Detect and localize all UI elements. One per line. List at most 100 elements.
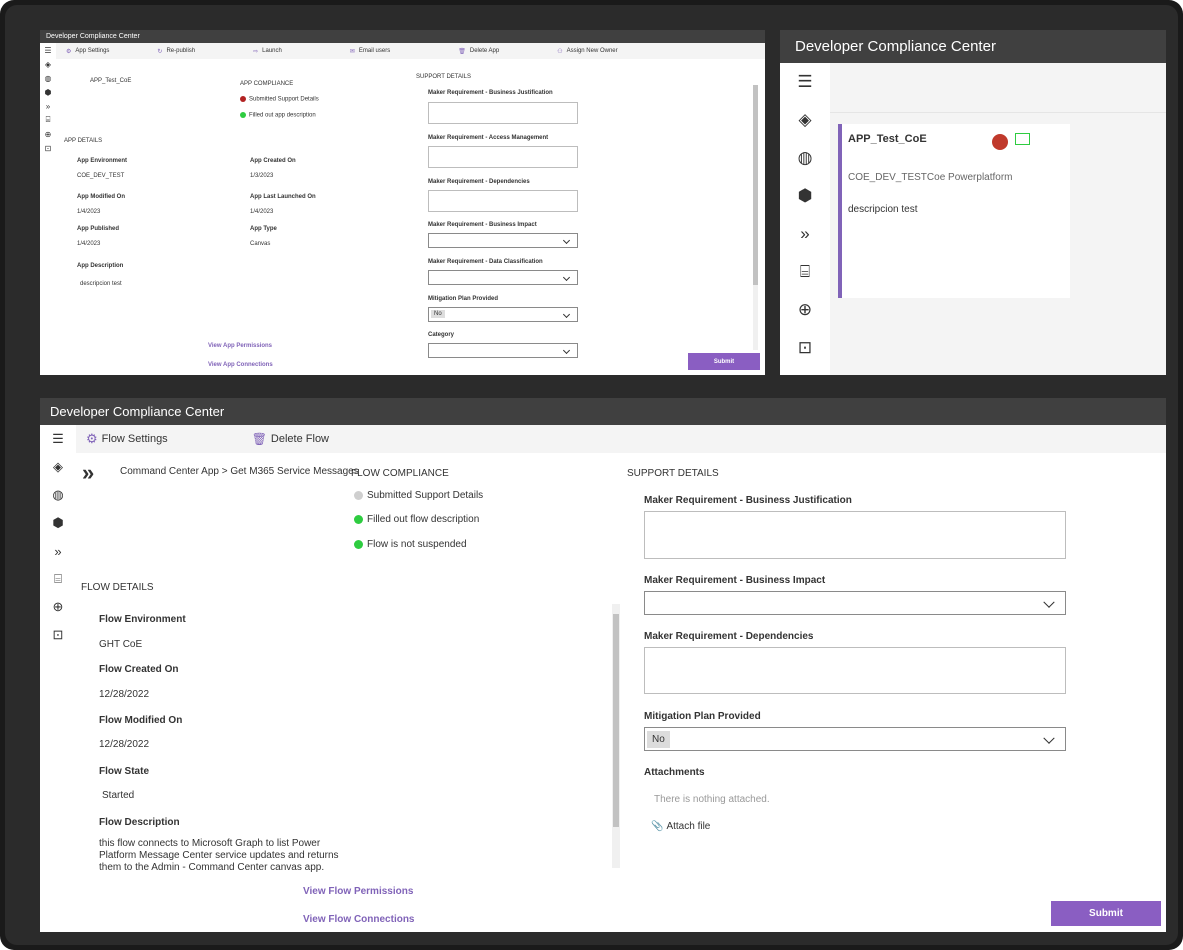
assign-owner-button[interactable]: ⚇ Assign New Owner bbox=[557, 48, 617, 55]
env-label: Flow Environment bbox=[99, 614, 186, 625]
status-dot-red bbox=[992, 134, 1008, 150]
chat-icon[interactable]: ⌸ bbox=[40, 113, 56, 127]
impact-label: Maker Requirement - Business Impact bbox=[428, 222, 537, 228]
impact-dropdown[interactable] bbox=[428, 233, 578, 248]
app-details-heading: APP DETAILS bbox=[64, 138, 103, 144]
monitor-icon[interactable]: ⊡ bbox=[40, 621, 76, 649]
diamond-icon[interactable]: ◈ bbox=[40, 57, 56, 71]
status-dot-green bbox=[354, 539, 363, 549]
app-toolbar: ⚙ App Settings ↻ Re-publish ⇨ Launch ✉ Email… bbox=[56, 43, 765, 59]
description-label: App Description bbox=[77, 263, 124, 269]
description-line: this flow connects to Microsoft Graph to… bbox=[99, 838, 321, 849]
access-textarea[interactable] bbox=[428, 146, 578, 168]
diamond-icon[interactable]: ◈ bbox=[40, 453, 76, 481]
env-value: COE_DEV_TEST bbox=[77, 173, 125, 179]
justification-label: Maker Requirement - Business Justificati… bbox=[644, 495, 852, 506]
status-dot-green bbox=[354, 514, 363, 524]
flow-toolbar: ⚙ Flow Settings 🗑 Delete Flow bbox=[76, 425, 1166, 453]
web-search-icon[interactable]: ⊕ bbox=[40, 593, 76, 621]
trash-icon: 🗑 bbox=[458, 48, 466, 55]
support-heading: SUPPORT DETAILS bbox=[416, 74, 472, 80]
impact-dropdown[interactable] bbox=[644, 591, 1066, 615]
chevron-down-icon bbox=[562, 236, 571, 244]
submit-button[interactable]: Submit bbox=[1051, 901, 1161, 926]
app-card[interactable]: APP_Test_CoE COE_DEV_TESTCoe Powerplatfo… bbox=[838, 124, 1070, 298]
mitigation-dropdown[interactable]: No bbox=[428, 307, 578, 322]
web-search-icon[interactable]: ⊕ bbox=[40, 127, 56, 141]
web-search-icon[interactable]: ⊕ bbox=[780, 291, 830, 329]
scrollbar-thumb[interactable] bbox=[753, 85, 758, 285]
published-label: App Published bbox=[77, 226, 119, 232]
launch-button[interactable]: ⇨ Launch bbox=[253, 48, 282, 55]
justification-textarea[interactable] bbox=[428, 102, 578, 124]
chevron-down-icon bbox=[1043, 732, 1055, 744]
chat-icon[interactable]: ⌸ bbox=[780, 253, 830, 291]
view-flow-connections-link[interactable]: View Flow Connections bbox=[303, 914, 415, 925]
support-scrollbar[interactable] bbox=[753, 85, 758, 350]
dependencies-textarea[interactable] bbox=[428, 190, 578, 212]
scrollbar-thumb[interactable] bbox=[613, 614, 619, 827]
mail-icon: ✉ bbox=[349, 48, 355, 55]
category-dropdown[interactable] bbox=[428, 343, 578, 358]
dependencies-textarea[interactable] bbox=[644, 647, 1066, 694]
state-value: Started bbox=[102, 790, 135, 801]
apps-icon[interactable]: ⬢ bbox=[40, 509, 76, 537]
flow-settings-button[interactable]: ⚙ Flow Settings bbox=[86, 431, 168, 447]
details-scrollbar[interactable] bbox=[612, 604, 620, 868]
launched-label: App Last Launched On bbox=[250, 194, 316, 200]
classification-dropdown[interactable] bbox=[428, 270, 578, 285]
flow-icon[interactable]: » bbox=[40, 99, 56, 113]
hamburger-icon[interactable]: ☰ bbox=[40, 425, 76, 453]
app-details-panel: Developer Compliance Center ☰ ◈ ◍ ⬢ » ⌸ … bbox=[40, 30, 765, 375]
refresh-icon: ↻ bbox=[157, 48, 163, 55]
chevron-down-icon bbox=[562, 273, 571, 281]
hamburger-icon[interactable]: ☰ bbox=[40, 43, 56, 57]
diamond-icon[interactable]: ◈ bbox=[780, 101, 830, 139]
submit-button[interactable]: Submit bbox=[688, 353, 760, 370]
view-app-permissions-link[interactable]: View App Permissions bbox=[208, 343, 272, 349]
justification-textarea[interactable] bbox=[644, 511, 1066, 559]
nav-rail: ☰ ◈ ◍ ⬢ » ⌸ ⊕ ⊡ bbox=[40, 425, 76, 932]
app-header: Developer Compliance Center bbox=[780, 30, 1166, 63]
flow-icon[interactable]: » bbox=[780, 215, 830, 253]
globe-icon[interactable]: ◍ bbox=[40, 481, 76, 509]
compliance-item: Submitted Support Details bbox=[354, 490, 483, 501]
apps-icon[interactable]: ⬢ bbox=[780, 177, 830, 215]
mitigation-label: Mitigation Plan Provided bbox=[644, 711, 761, 722]
app-name: APP_Test_CoE bbox=[90, 78, 132, 84]
access-label: Maker Requirement - Access Management bbox=[428, 135, 549, 141]
modified-label: App Modified On bbox=[77, 194, 125, 200]
modified-value: 12/28/2022 bbox=[99, 739, 150, 750]
email-users-button[interactable]: ✉ Email users bbox=[350, 48, 390, 55]
republish-button[interactable]: ↻ Re-publish bbox=[157, 48, 195, 55]
delete-app-button[interactable]: 🗑 Delete App bbox=[458, 48, 499, 55]
compliance-item: Submitted Support Details bbox=[240, 96, 319, 103]
mitigation-dropdown[interactable]: No bbox=[644, 727, 1066, 751]
compliance-item: Flow is not suspended bbox=[354, 539, 467, 550]
monitor-icon[interactable]: ⊡ bbox=[40, 141, 56, 155]
monitor-icon[interactable]: ⊡ bbox=[780, 329, 830, 367]
description-line: Platform Message Center service updates … bbox=[99, 850, 339, 861]
mitigation-selected: No bbox=[431, 310, 445, 318]
chevron-down-icon bbox=[562, 310, 571, 318]
delete-flow-button[interactable]: 🗑 Delete Flow bbox=[252, 432, 329, 446]
hamburger-icon[interactable]: ☰ bbox=[780, 63, 830, 101]
toolbar-area bbox=[830, 63, 1166, 113]
app-settings-button[interactable]: ⚙ App Settings bbox=[66, 48, 109, 55]
launch-icon[interactable] bbox=[1015, 133, 1030, 145]
flow-details-panel: Developer Compliance Center ☰ ◈ ◍ ⬢ » ⌸ … bbox=[40, 398, 1166, 932]
person-icon: ⚇ bbox=[557, 48, 563, 55]
view-app-connections-link[interactable]: View App Connections bbox=[208, 362, 273, 368]
launch-icon: ⇨ bbox=[253, 48, 259, 55]
nav-rail: ☰ ◈ ◍ ⬢ » ⌸ ⊕ ⊡ bbox=[780, 63, 830, 375]
published-value: 1/4/2023 bbox=[77, 241, 101, 247]
type-label: App Type bbox=[250, 226, 277, 232]
chat-icon[interactable]: ⌸ bbox=[40, 565, 76, 593]
app-compliance-heading: APP COMPLIANCE bbox=[240, 81, 294, 87]
view-flow-permissions-link[interactable]: View Flow Permissions bbox=[303, 886, 413, 897]
globe-icon[interactable]: ◍ bbox=[780, 139, 830, 177]
attach-file-button[interactable]: 📎 Attach file bbox=[651, 821, 710, 832]
apps-icon[interactable]: ⬢ bbox=[40, 85, 56, 99]
globe-icon[interactable]: ◍ bbox=[40, 71, 56, 85]
flow-icon[interactable]: » bbox=[40, 537, 76, 565]
